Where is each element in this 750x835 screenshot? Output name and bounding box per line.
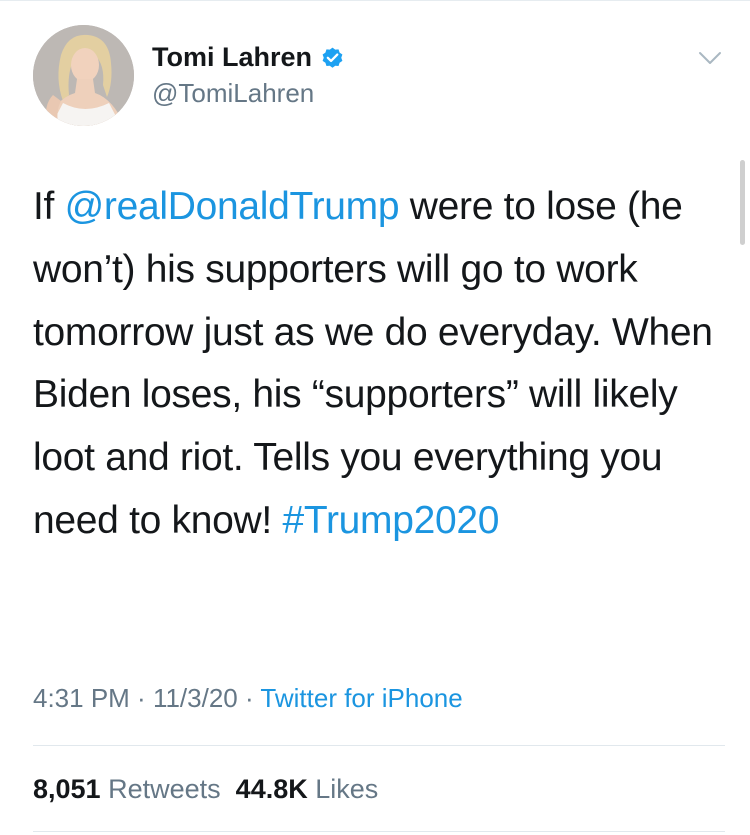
retweets-count: 8,051 xyxy=(33,774,101,804)
handle[interactable]: @TomiLahren xyxy=(152,76,345,110)
tweet-text-part2: were to lose (he won’t) his supporters w… xyxy=(33,185,713,542)
divider xyxy=(33,745,725,746)
author-header: Tomi Lahren @TomiLahren xyxy=(152,40,345,110)
hashtag-link[interactable]: #Trump2020 xyxy=(282,499,499,542)
display-name[interactable]: Tomi Lahren xyxy=(152,40,312,74)
mention-link[interactable]: @realDonaldTrump xyxy=(65,185,400,228)
top-border xyxy=(0,0,750,1)
avatar-photo xyxy=(33,25,134,126)
tweet-source-link[interactable]: Twitter for iPhone xyxy=(260,683,462,713)
chevron-down-icon[interactable] xyxy=(698,50,722,66)
scrollbar[interactable] xyxy=(740,160,745,245)
avatar[interactable] xyxy=(33,25,134,126)
retweets-stat[interactable]: 8,051 Retweets xyxy=(33,774,221,804)
likes-count: 44.8K xyxy=(235,774,308,804)
verified-badge-icon xyxy=(320,45,345,70)
divider xyxy=(33,831,725,832)
tweet-meta: 4:31 PM · 11/3/20 · Twitter for iPhone xyxy=(33,681,463,715)
tweet-time[interactable]: 4:31 PM xyxy=(33,683,130,713)
meta-separator: · xyxy=(237,683,261,713)
tweet-date[interactable]: 11/3/20 xyxy=(153,683,238,713)
tweet-text: If @realDonaldTrump were to lose (he won… xyxy=(33,176,723,553)
name-row: Tomi Lahren xyxy=(152,40,345,74)
tweet-stats: 8,051 Retweets 44.8K Likes xyxy=(33,772,378,806)
meta-separator: · xyxy=(129,683,153,713)
tweet-text-part1: If xyxy=(33,185,65,228)
likes-label: Likes xyxy=(315,774,379,804)
retweets-label: Retweets xyxy=(108,774,221,804)
likes-stat[interactable]: 44.8K Likes xyxy=(236,774,379,804)
